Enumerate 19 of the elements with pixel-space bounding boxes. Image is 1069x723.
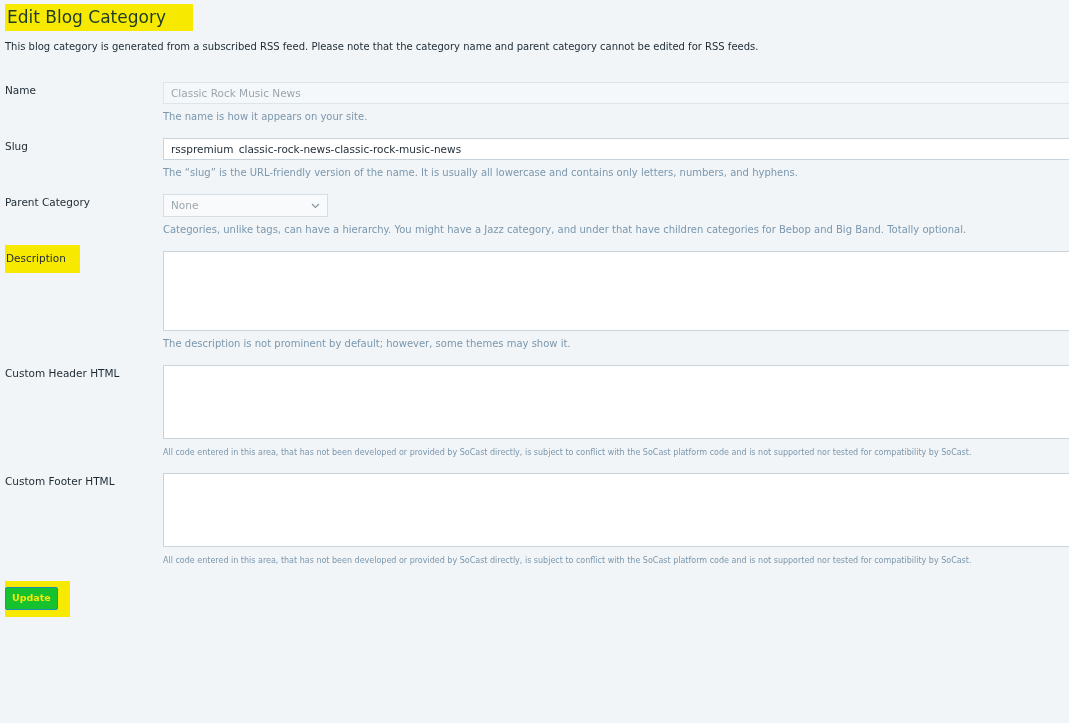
field-label: Custom Footer HTML — [5, 474, 115, 490]
field-label: Parent Category — [5, 195, 90, 211]
update-button[interactable]: Update — [5, 587, 58, 610]
notice-text: This blog category is generated from a subscribed RSS feed. Please note that the category name and parent category cannot be edited for RSS feeds. — [5, 40, 760, 55]
field-label: Slug — [5, 139, 28, 155]
chevron-down-icon — [311, 202, 320, 209]
page-title: Edit Blog Category — [5, 4, 193, 32]
help-text: The name is how it appears on your site. — [163, 110, 369, 125]
field-label: Description — [5, 245, 80, 274]
help-text: The description is not prominent by default; however, some themes may show it. — [163, 337, 572, 352]
text-area[interactable] — [163, 251, 1069, 332]
help-text: All code entered in this area, that has not been developed or provided by SoCast directly, is subject to conflict with the SoCast platform code and is not supported nor tested for compatibility by SoCast. — [163, 555, 973, 568]
text-area[interactable] — [163, 473, 1069, 548]
help-text: The “slug” is the URL-friendly version of the name. It is usually all lowercase and contains only letters, numbers, and hyphens. — [163, 166, 799, 181]
field-label: Custom Header HTML — [5, 366, 120, 382]
field-label: Name — [5, 83, 36, 99]
help-text: All code entered in this area, that has not been developed or provided by SoCast directly, is subject to conflict with the SoCast platform code and is not supported nor tested for compatibility by SoCast. — [163, 447, 973, 460]
text-area[interactable] — [163, 365, 1069, 440]
help-text: Categories, unlike tags, can have a hierarchy. You might have a Jazz category, and under that have children categories for Bebop and Big Band. Totally optional. — [163, 223, 968, 238]
